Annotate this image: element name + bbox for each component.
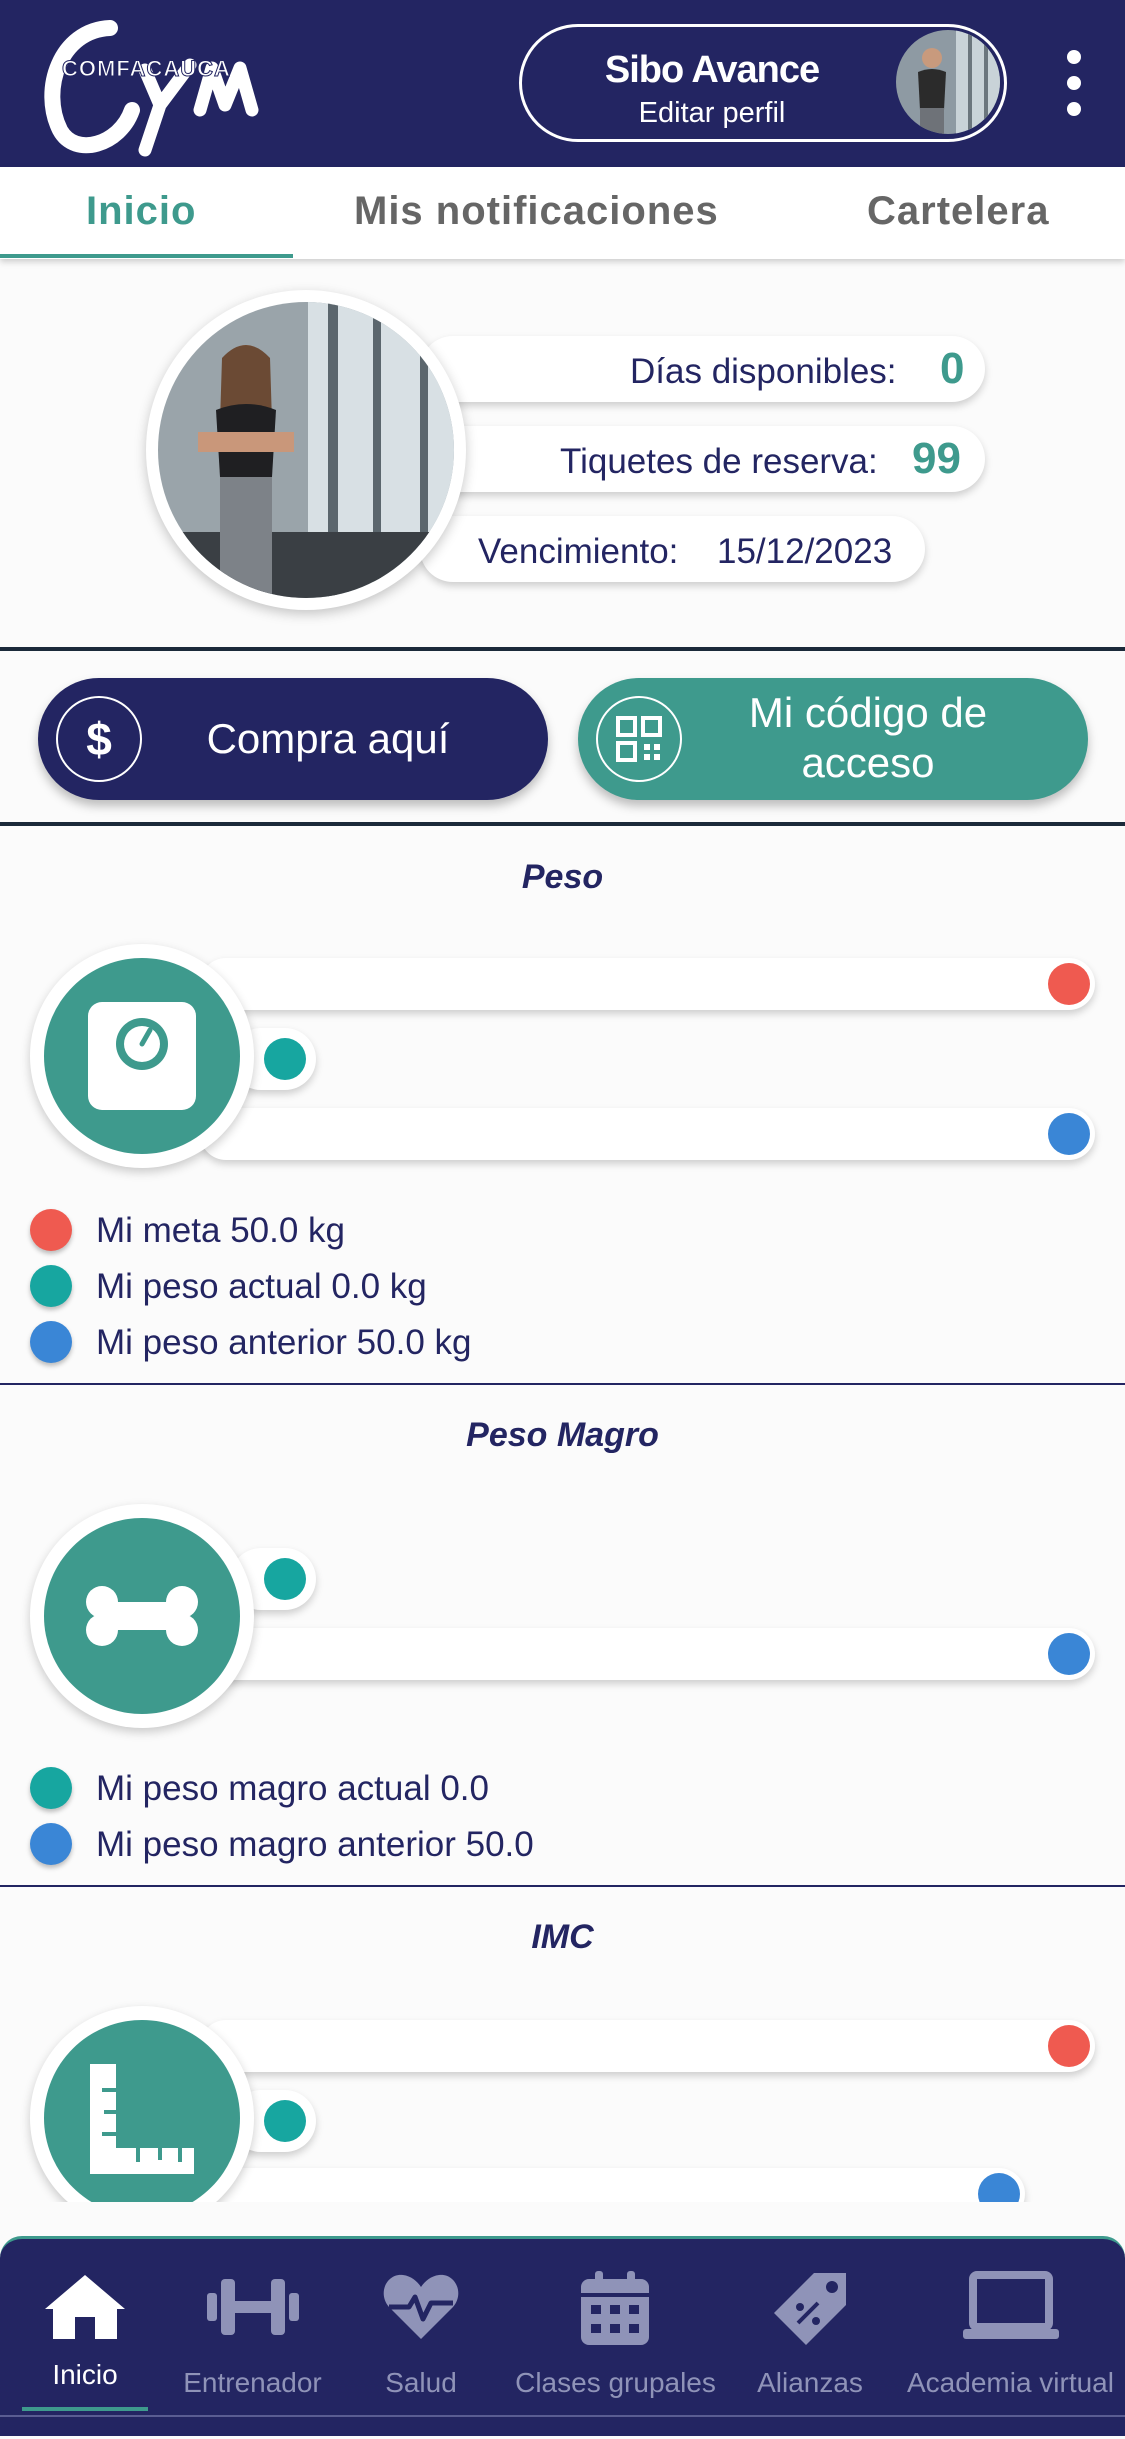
days-available-label: Días disponibles: <box>630 352 897 391</box>
tab-cartelera[interactable]: Cartelera <box>867 189 1049 234</box>
top-tabs: Inicio Mis notificaciones Cartelera <box>0 167 1125 259</box>
tag-icon <box>774 2273 846 2345</box>
edit-profile-link[interactable]: Editar perfil <box>562 97 862 130</box>
previous-lean-weight-track <box>200 1628 1095 1680</box>
avatar[interactable] <box>896 30 1000 134</box>
profile-name: Sibo Avance <box>604 49 820 91</box>
home-icon <box>45 2275 125 2339</box>
qr-code-icon <box>596 696 682 782</box>
reservation-tickets-label: Tiquetes de reserva: <box>560 442 878 481</box>
nav-label-clases-grupales: Clases grupales <box>515 2367 716 2398</box>
tab-mis-notificaciones[interactable]: Mis notificaciones <box>354 189 719 234</box>
dollar-icon: $ <box>56 696 142 782</box>
legend-dot-current <box>30 1265 72 1307</box>
legend-current-weight: Mi peso actual 0.0 kg <box>96 1267 427 1306</box>
days-available-pill: Días disponibles: 0 <box>420 336 985 402</box>
access-code-button[interactable]: Mi código de acceso <box>578 678 1088 800</box>
active-nav-indicator <box>22 2407 148 2411</box>
current-weight-marker <box>264 1038 306 1080</box>
nav-clases-grupales[interactable]: Clases grupales <box>507 2239 724 2439</box>
expiry-pill: Vencimiento: 15/12/2023 <box>420 516 925 582</box>
app-header: COMFACAUCA Sibo Avance Editar perfil <box>0 0 1125 167</box>
goal-weight-track <box>200 958 1095 1010</box>
scale-icon-badge <box>30 944 254 1168</box>
access-code-label-line2: acceso <box>801 739 935 786</box>
expiry-value: 15/12/2023 <box>717 532 893 571</box>
buy-here-button[interactable]: $ Compra aquí <box>38 678 548 800</box>
legend-previous-lean-weight: Mi peso magro anterior 50.0 <box>96 1825 534 1864</box>
previous-weight-marker <box>1048 1113 1090 1155</box>
section-divider <box>0 822 1125 826</box>
reservation-tickets-pill: Tiquetes de reserva: 99 <box>420 426 985 492</box>
svg-text:$: $ <box>86 713 112 765</box>
calendar-icon <box>581 2271 649 2345</box>
nav-label-entrenador: Entrenador <box>183 2367 322 2398</box>
ruler-icon-badge <box>30 2006 254 2202</box>
legend-dot-current-lean <box>30 1767 72 1809</box>
reservation-tickets-value: 99 <box>912 434 961 483</box>
legend-dot-previous-lean <box>30 1823 72 1865</box>
nav-academia-virtual[interactable]: Academia virtual <box>896 2239 1125 2439</box>
profile-pill[interactable]: Sibo Avance Editar perfil <box>519 24 1007 142</box>
imc-chart-viewport <box>0 1980 1125 2202</box>
nav-inicio[interactable]: Inicio <box>0 2239 170 2439</box>
nav-bottom-line <box>0 2415 1125 2417</box>
imc-title: IMC <box>531 1918 594 1956</box>
expiry-label: Vencimiento: <box>478 532 679 571</box>
svg-text:COMFACAUCA: COMFACAUCA <box>62 56 231 81</box>
nav-alianzas[interactable]: Alianzas <box>724 2239 896 2439</box>
active-tab-indicator <box>0 254 293 258</box>
previous-weight-track <box>200 1108 1095 1160</box>
dumbbell-icon <box>207 2279 299 2335</box>
laptop-icon <box>963 2271 1059 2339</box>
peso-magro-title: Peso Magro <box>466 1416 659 1454</box>
scale-icon <box>88 1002 196 1110</box>
imc-previous-marker <box>978 2173 1020 2202</box>
nav-salud[interactable]: Salud <box>335 2239 507 2439</box>
legend-goal-weight: Mi meta 50.0 kg <box>96 1211 345 1250</box>
bone-icon <box>86 1586 198 1646</box>
days-available-value: 0 <box>940 344 965 393</box>
bone-icon-badge <box>30 1504 254 1728</box>
section-divider <box>0 1885 1125 1887</box>
member-photo <box>146 290 466 610</box>
legend-dot-previous <box>30 1321 72 1363</box>
section-divider <box>0 647 1125 651</box>
goal-weight-marker <box>1048 963 1090 1005</box>
buy-here-label: Compra aquí <box>206 715 450 762</box>
nav-label-academia-virtual: Academia virtual <box>907 2367 1114 2398</box>
legend-dot-goal <box>30 1209 72 1251</box>
imc-previous-track <box>200 2168 1025 2202</box>
nav-label-inicio: Inicio <box>52 2359 118 2390</box>
legend-previous-weight: Mi peso anterior 50.0 kg <box>96 1323 472 1362</box>
current-lean-weight-marker <box>264 1558 306 1600</box>
gym-logo[interactable]: COMFACAUCA <box>40 10 280 160</box>
nav-label-salud: Salud <box>385 2367 457 2398</box>
bottom-navigation: Inicio Entrenador Salud Clases grupales … <box>0 2236 1125 2436</box>
more-options-icon[interactable] <box>1064 50 1084 120</box>
imc-goal-track <box>200 2020 1095 2072</box>
access-code-label-line1: Mi código de <box>748 689 988 736</box>
legend-current-lean-weight: Mi peso magro actual 0.0 <box>96 1769 489 1808</box>
peso-title: Peso <box>521 858 604 896</box>
imc-goal-marker <box>1048 2025 1090 2067</box>
nav-entrenador[interactable]: Entrenador <box>170 2239 335 2439</box>
imc-current-marker <box>264 2100 306 2142</box>
section-divider <box>0 1383 1125 1385</box>
nav-label-alianzas: Alianzas <box>757 2367 863 2398</box>
heart-pulse-icon <box>383 2274 459 2339</box>
ruler-icon <box>90 2064 194 2174</box>
tab-inicio[interactable]: Inicio <box>86 189 196 234</box>
previous-lean-weight-marker <box>1048 1633 1090 1675</box>
